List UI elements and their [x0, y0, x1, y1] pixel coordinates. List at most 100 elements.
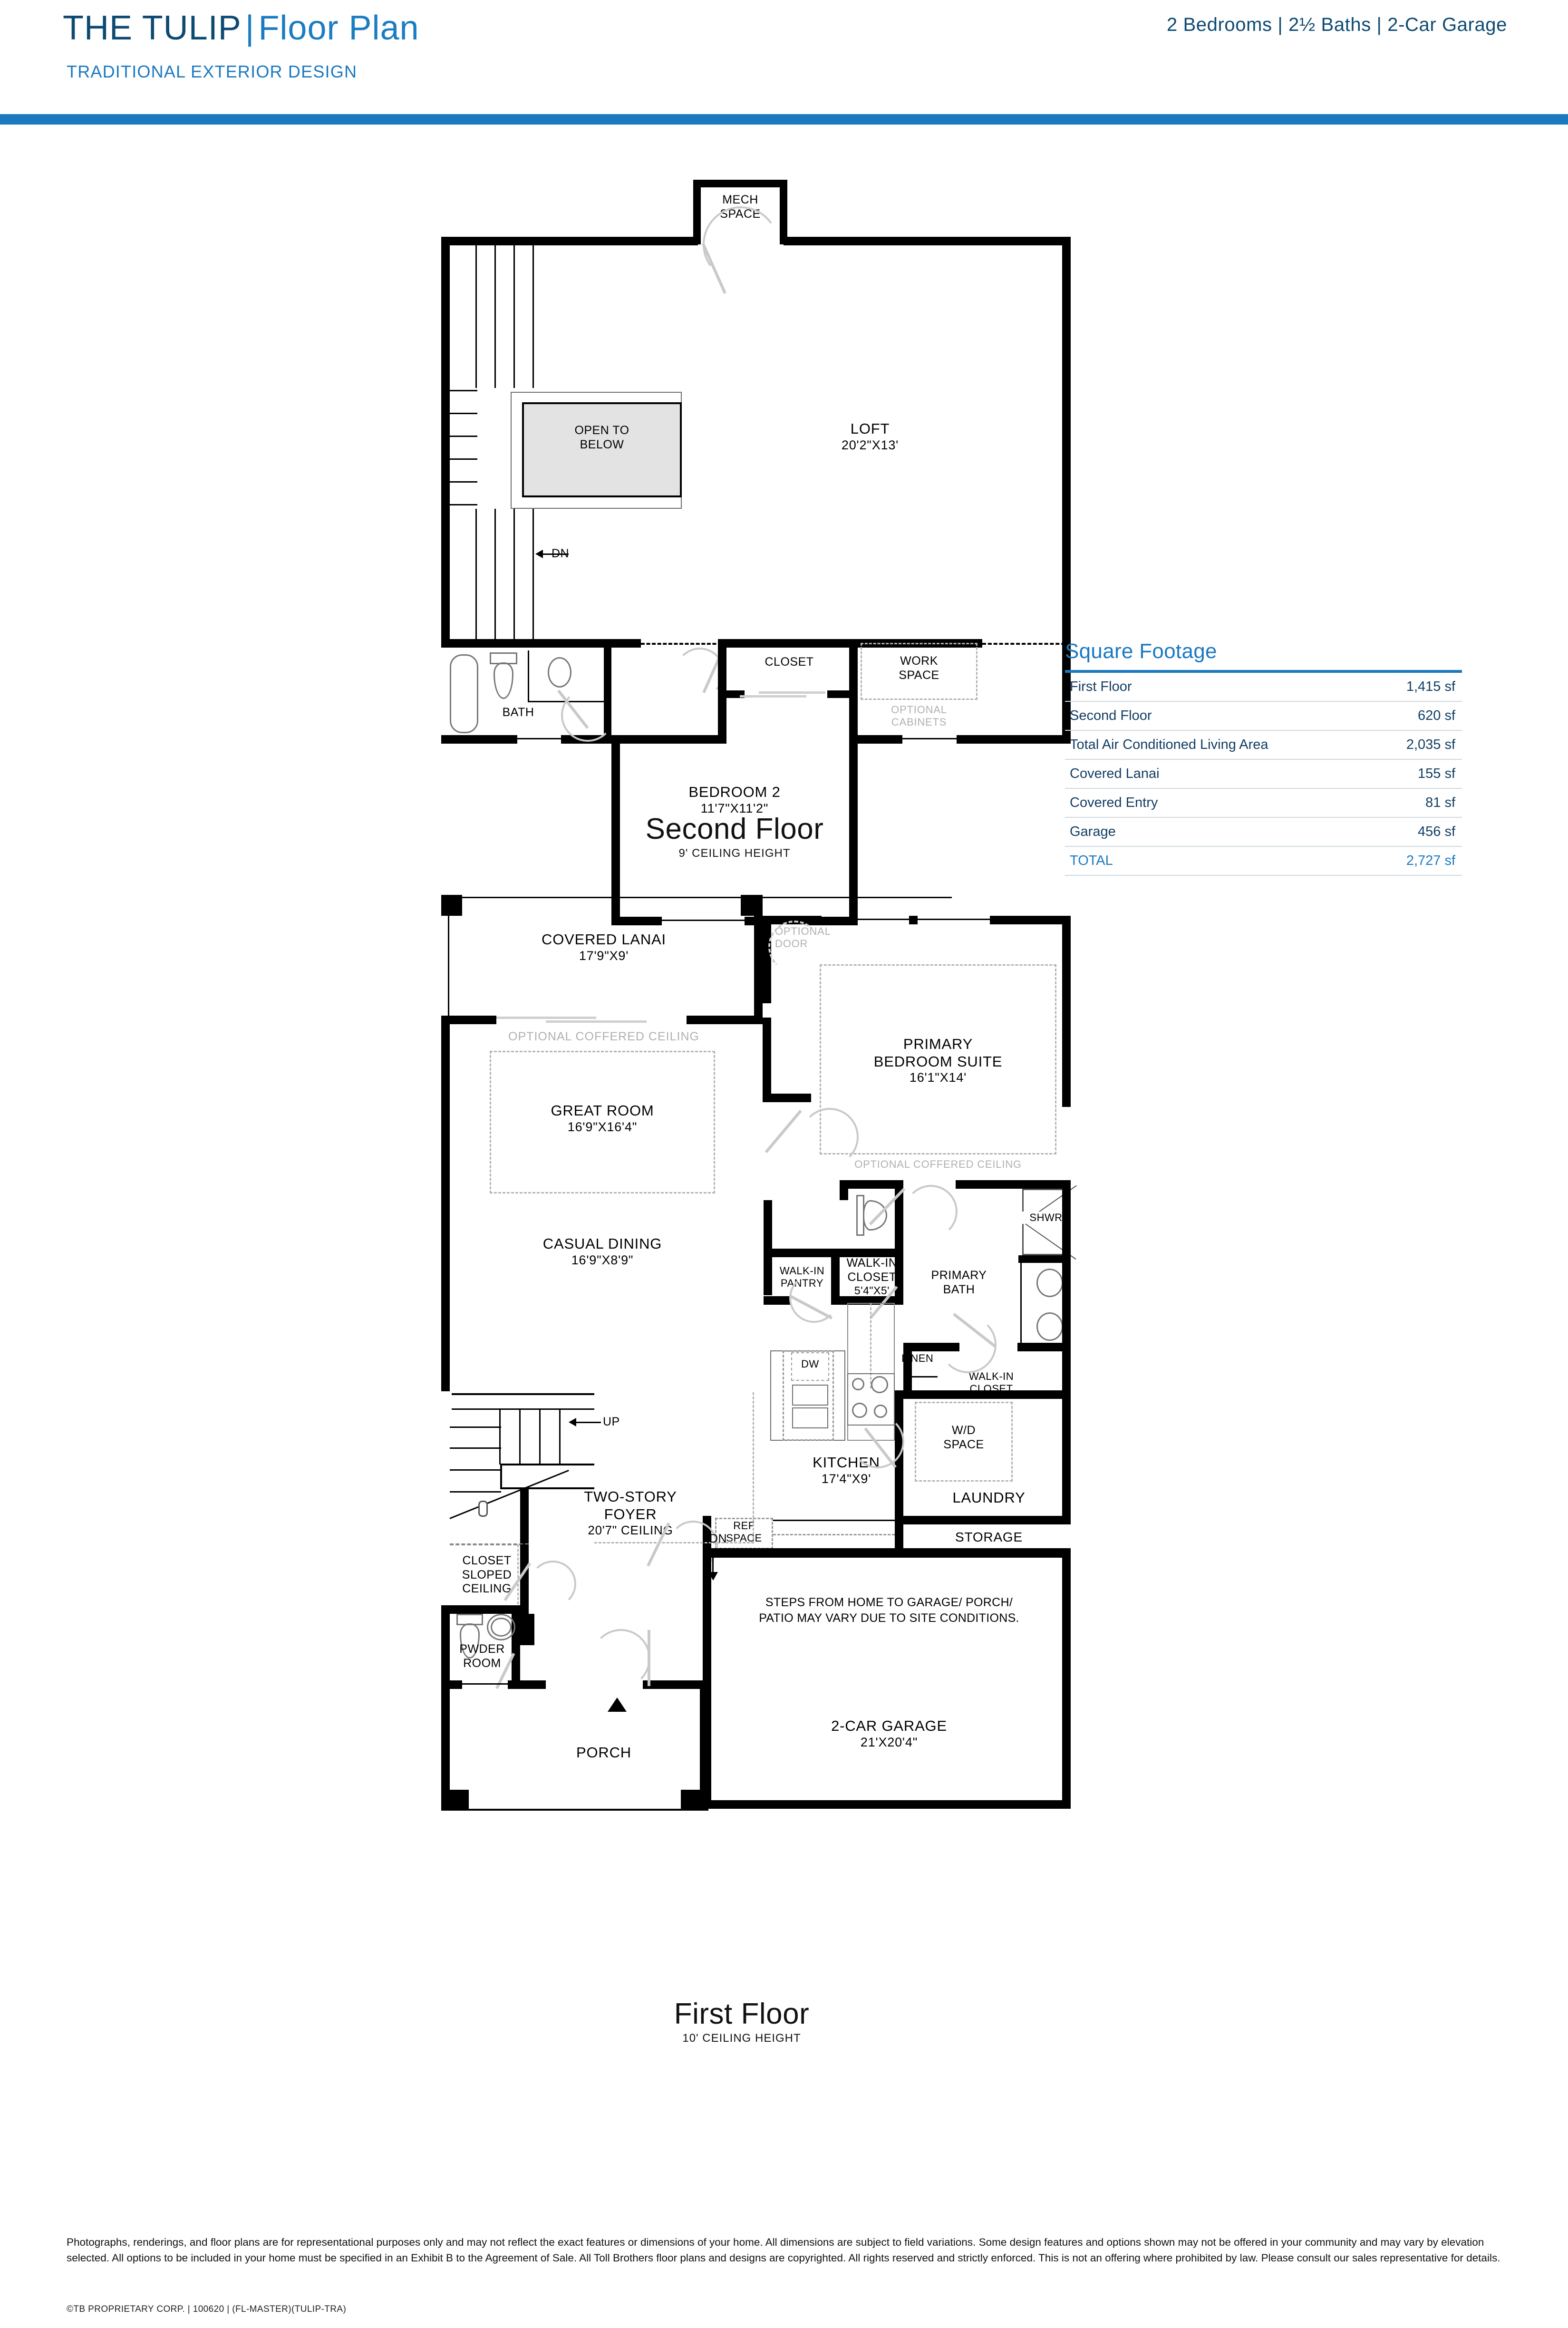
pwder-wall-bottom-r — [508, 1680, 536, 1689]
vanity-counter — [528, 650, 529, 702]
pantry-wall-bottom — [764, 1296, 790, 1305]
exterior-design-subtitle: TRADITIONAL EXTERIOR DESIGN — [67, 62, 358, 81]
sqft-value: 456 sf — [1371, 817, 1462, 847]
toilet-second-floor — [490, 652, 517, 699]
room-label-covered-lanai: COVERED LANAI 17'9"X9' — [542, 931, 666, 963]
lanai-slider-door-2 — [546, 1020, 647, 1023]
primary-window-sill-1 — [822, 919, 909, 920]
stair-direction-dn-first: DN — [709, 1532, 727, 1545]
primary-sink-2 — [1036, 1312, 1063, 1341]
closet-sloped-wall-bottom — [441, 1605, 529, 1614]
room-label-wd-space: W/D SPACE — [943, 1424, 984, 1451]
second-floor-title: Second Floor — [645, 813, 824, 845]
ff-stair-tread — [519, 1408, 521, 1465]
workspace-window-sill — [902, 738, 957, 739]
up-arrow-head — [569, 1418, 576, 1426]
lanai-wall-right — [754, 895, 763, 1024]
open-to-below-label: OPEN TO BELOW — [574, 424, 629, 451]
stair-tread — [513, 509, 515, 639]
table-row: First Floor 1,415 sf — [1065, 673, 1462, 702]
kitchen-sink-basin-2 — [792, 1407, 828, 1428]
lanai-wall-bottom-r — [687, 1016, 763, 1024]
room-label-loft: LOFT 20'2"X13' — [841, 420, 899, 452]
closet-shelf-rod-1 — [759, 691, 825, 694]
closet-sloped-door-arc — [530, 1561, 576, 1607]
primary-wall-left-b — [763, 1018, 771, 1102]
stair-tread — [494, 245, 496, 388]
front-door-leaf — [648, 1630, 650, 1686]
sqft-label: Covered Lanai — [1065, 759, 1372, 789]
title-subject: Floor Plan — [258, 9, 419, 47]
stair-tread — [513, 245, 515, 388]
ff-wall-right-mid — [1062, 1180, 1071, 1399]
primary-sink-1 — [1036, 1269, 1063, 1297]
bedroom2-window-sill-1 — [662, 920, 745, 921]
stair-winder — [450, 390, 477, 391]
sqft-value: 155 sf — [1371, 759, 1462, 789]
primary-vanity-edge — [1020, 1263, 1022, 1350]
primary-suite-door-arc — [801, 1108, 859, 1166]
first-floor-caption: First Floor 10' CEILING HEIGHT — [623, 1997, 861, 2045]
sqft-label: Second Floor — [1065, 701, 1372, 731]
sqft-label: Covered Entry — [1065, 788, 1372, 818]
table-row: Garage 456 sf — [1065, 817, 1462, 847]
title-separator: | — [245, 9, 255, 47]
room-label-walk-in-closet-primary: WALK-IN CLOSET 5'4"X5' — [846, 1256, 898, 1297]
bedroom2-wall-bottom-l — [611, 917, 662, 925]
optional-door-arc — [768, 921, 821, 973]
wic2-wall-bottom — [903, 1390, 1071, 1399]
home-specs: 2 Bedrooms | 2½ Baths | 2-Car Garage — [1166, 14, 1507, 35]
bath-sink — [548, 657, 571, 688]
ff-stair-landing-top — [500, 1464, 594, 1465]
square-footage-table: First Floor 1,415 sf Second Floor 620 sf… — [1065, 673, 1462, 876]
room-label-primary-bedroom: PRIMARY BEDROOM SUITE 16'1"X14' — [873, 1036, 1003, 1085]
linen-shelf-2 — [908, 1376, 938, 1377]
bathtub — [450, 654, 478, 733]
sf-beam-dash-2 — [982, 643, 1071, 645]
steps-disclaimer-note: STEPS FROM HOME TO GARAGE/ PORCH/ PATIO … — [759, 1596, 1019, 1625]
sf-wall-top-right — [784, 237, 1071, 245]
toilet-primary-bath — [856, 1195, 888, 1236]
kitchen-wall-right-low — [895, 1470, 903, 1556]
stair-tread — [532, 509, 534, 639]
room-label-porch: PORCH — [576, 1744, 631, 1761]
pwder-window-sill — [462, 1683, 508, 1685]
stair-winder — [450, 481, 477, 483]
workspace-wall-left — [849, 639, 858, 744]
primary-wall-bottom-b — [840, 1180, 903, 1189]
room-label-work-space: WORK SPACE — [899, 654, 939, 682]
garage-wall-top — [708, 1548, 1071, 1558]
ff-wall-left-upper — [441, 1016, 450, 1391]
optional-coffered-ceiling-label-primary: OPTIONAL COFFERED CEILING — [854, 1158, 1022, 1170]
room-label-casual-dining: CASUAL DINING 16'9"X8'9" — [542, 1235, 662, 1267]
room-label-great-room: GREAT ROOM 16'9"X16'4" — [551, 1102, 654, 1134]
entry-direction-arrow — [608, 1698, 627, 1712]
burner-2 — [871, 1376, 888, 1393]
garage-wall-bottom — [703, 1800, 1071, 1809]
stair-tread — [475, 245, 477, 388]
first-floor-title: First Floor — [674, 1998, 810, 2030]
ff-stair-winder — [450, 1426, 501, 1428]
room-label-storage: STORAGE — [955, 1530, 1023, 1544]
lanai-edge-top — [448, 897, 952, 898]
ff-wall-right-upper — [1062, 916, 1071, 1107]
primary-wall-top-r — [990, 916, 1071, 924]
burner-1 — [852, 1378, 864, 1390]
primary-wall-bottom-a — [763, 1094, 811, 1102]
table-row: Covered Entry 81 sf — [1065, 788, 1462, 818]
floor-plan-canvas: MECH SPACE OPEN TO BELOW DN LOFT 20'2"X1… — [0, 118, 1568, 2210]
garage-wall-right — [1062, 1548, 1071, 1809]
stair-winder — [450, 436, 477, 437]
pwder-wall-right-jog — [520, 1614, 534, 1645]
primary-suite-door-leaf — [765, 1110, 802, 1154]
sqft-label-total: TOTAL — [1065, 846, 1372, 876]
second-floor-ceiling-height: 9' CEILING HEIGHT — [678, 847, 791, 860]
workspace-wall-bottom-r — [957, 735, 1071, 744]
hall-wall-bottom — [611, 735, 726, 744]
sqft-label: First Floor — [1065, 673, 1372, 702]
ff-wall-right-lower — [1062, 1390, 1071, 1524]
room-label-laundry: LAUNDRY — [952, 1489, 1026, 1506]
bedroom2-door-arc — [675, 648, 725, 697]
sf-wall-left — [441, 237, 450, 639]
sqft-value: 81 sf — [1371, 788, 1462, 818]
